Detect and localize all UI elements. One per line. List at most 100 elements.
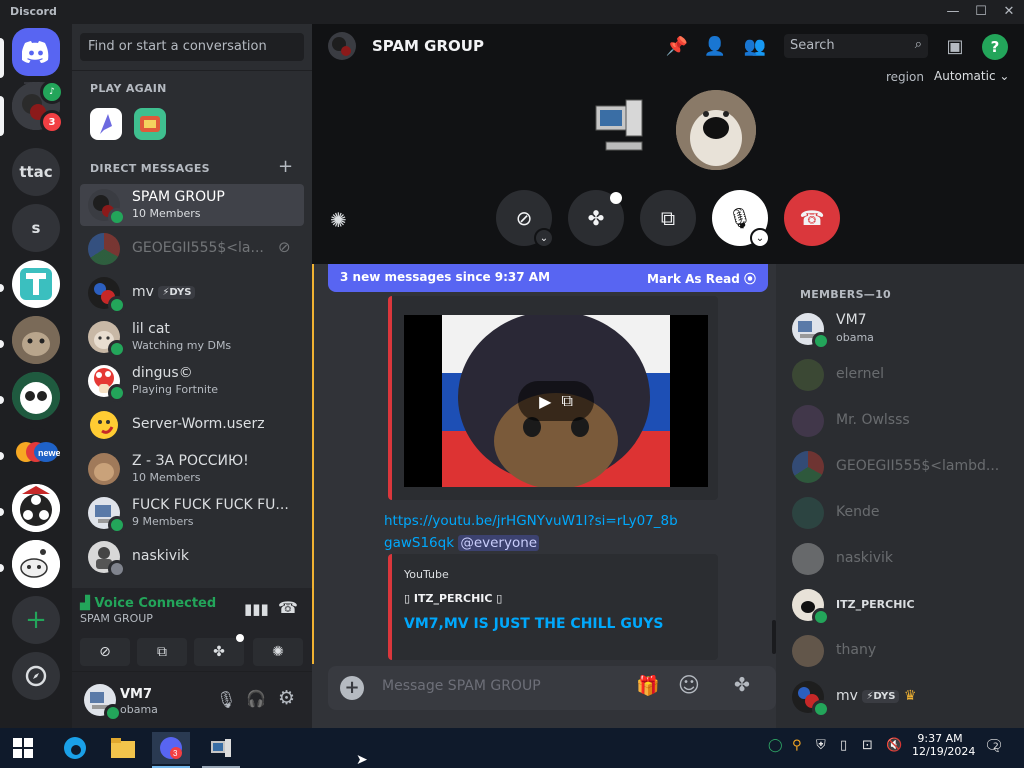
- tray-shield-icon[interactable]: ⛨: [816, 738, 826, 753]
- avatar: [88, 453, 120, 485]
- member-item[interactable]: elernel: [784, 354, 1016, 396]
- microphone-icon[interactable]: 🎙: [216, 690, 236, 709]
- dm-item-group-2[interactable]: FUCK FUCK FUCK FU... 9 Members: [80, 492, 304, 534]
- help-icon[interactable]: ?: [982, 34, 1008, 60]
- discord-home-icon[interactable]: [12, 28, 60, 76]
- game-icon-1[interactable]: [90, 108, 122, 140]
- tray-battery-icon[interactable]: ▯: [840, 738, 847, 753]
- avatar: [792, 635, 824, 667]
- member-item[interactable]: Kende: [784, 492, 1016, 534]
- create-dm-icon[interactable]: +: [278, 156, 293, 177]
- noise-suppression-icon[interactable]: ▮▮▮: [244, 600, 269, 618]
- pin-icon[interactable]: 📌: [664, 34, 690, 60]
- everyone-mention[interactable]: @everyone: [458, 535, 540, 551]
- member-item[interactable]: thany: [784, 630, 1016, 672]
- dm-item-z-group[interactable]: Z - ЗА РОССИЮ! 10 Members: [80, 448, 304, 490]
- explore-compass-icon[interactable]: [12, 652, 60, 700]
- dm-item-geoegii[interactable]: GEOEGII555$<la... ⊘: [80, 228, 304, 270]
- mute-button[interactable]: 🎙 ⌄: [712, 190, 770, 248]
- gift-icon[interactable]: 🎁: [636, 674, 660, 697]
- leave-call-button[interactable]: ☎: [784, 190, 840, 246]
- member-item[interactable]: mv ⚡DYS ♛: [784, 676, 1016, 718]
- member-item[interactable]: naskivik: [784, 538, 1016, 580]
- new-messages-bar[interactable]: 3 new messages since 9:37 AM Mark As Rea…: [328, 264, 768, 292]
- maximize-icon[interactable]: ☐: [968, 2, 994, 22]
- chevron-down-icon[interactable]: ⌄: [534, 228, 554, 248]
- spam-group-call-icon[interactable]: ♪ 3: [12, 80, 64, 134]
- upload-plus-icon[interactable]: +: [340, 676, 364, 700]
- server-panda-icon[interactable]: [12, 372, 60, 420]
- camera-off-icon[interactable]: ⊘: [80, 638, 130, 666]
- server-s[interactable]: s: [12, 204, 60, 252]
- soundboard-icon[interactable]: ✺: [330, 208, 347, 232]
- file-explorer-icon[interactable]: [104, 732, 142, 764]
- close-icon[interactable]: ✕: [996, 2, 1022, 22]
- screen-share-icon[interactable]: ⧉: [137, 638, 187, 666]
- member-item[interactable]: Mr. Owlsss: [784, 400, 1016, 442]
- signal-icon: ▟: [80, 596, 90, 611]
- dm-item-lil-cat[interactable]: lil cat Watching my DMs: [80, 316, 304, 358]
- activity-icon: ✤: [587, 206, 605, 230]
- headphones-icon[interactable]: 🎧: [246, 689, 266, 708]
- notification-icon[interactable]: 🗨 2: [984, 736, 1004, 755]
- server-rail: ♪ 3 ttac s newe +: [0, 24, 72, 728]
- server-newegg-icon[interactable]: newe: [12, 428, 60, 476]
- dm-item-mv[interactable]: mv ⚡DYS: [80, 272, 304, 314]
- computer-app-icon[interactable]: [202, 732, 240, 764]
- status-online: [108, 296, 126, 314]
- camera-toggle-button[interactable]: ⊘ ⌄: [496, 190, 554, 248]
- participant-computer-avatar[interactable]: [592, 96, 650, 162]
- member-item[interactable]: VM7 obama: [784, 308, 1016, 350]
- tray-network-icon[interactable]: ⊡: [862, 738, 873, 753]
- activity-button[interactable]: ✤: [568, 190, 624, 246]
- video-thumbnail[interactable]: ▶ ⧉: [404, 311, 708, 489]
- unread-pill: [0, 452, 4, 460]
- disconnect-icon[interactable]: ☎: [278, 598, 298, 617]
- discord-taskbar-icon[interactable]: 3: [152, 732, 190, 764]
- play-again-header: PLAY AGAIN: [90, 82, 167, 95]
- chevron-down-icon[interactable]: ⌄: [750, 228, 770, 248]
- dm-item-dingus[interactable]: dingus© Playing Fortnite: [80, 360, 304, 402]
- member-list-icon[interactable]: 👥: [742, 34, 768, 60]
- start-windows-icon[interactable]: [4, 732, 42, 764]
- tray-search-icon[interactable]: ⚲: [792, 738, 802, 753]
- avatar: [792, 451, 824, 483]
- embed-title-link[interactable]: VM7,MV IS JUST THE CHILL GUYS: [404, 616, 663, 632]
- minimize-icon[interactable]: —: [940, 2, 966, 22]
- tray-circle-icon[interactable]: ◯: [768, 738, 783, 753]
- message-input[interactable]: Message SPAM GROUP: [382, 678, 622, 694]
- add-server-icon[interactable]: +: [12, 596, 60, 644]
- apps-icon[interactable]: ✤: [734, 674, 750, 696]
- emoji-icon[interactable]: ☺: [678, 673, 700, 697]
- server-cat-icon[interactable]: [12, 316, 60, 364]
- soundboard-icon[interactable]: ✺: [253, 638, 303, 666]
- region-select[interactable]: Automatic ⌄: [934, 69, 1009, 83]
- unread-pill: [0, 564, 4, 572]
- member-item[interactable]: ITZ_PERCHIC: [784, 584, 1016, 626]
- dm-item-spam-group[interactable]: SPAM GROUP 10 Members: [80, 184, 304, 226]
- tray-volume-icon[interactable]: 🔇: [886, 738, 902, 753]
- inbox-icon[interactable]: ▣: [942, 34, 968, 60]
- dm-item-naskivik[interactable]: naskivik: [80, 536, 304, 578]
- activity-icon[interactable]: ✤: [194, 638, 244, 666]
- clock[interactable]: 9:37 AM 12/19/2024: [912, 732, 975, 758]
- search-input[interactable]: Search ⌕: [784, 34, 928, 58]
- add-friend-icon[interactable]: 👤: [702, 34, 728, 60]
- participant-dog-avatar[interactable]: [676, 90, 756, 170]
- screen-share-button[interactable]: ⧉: [640, 190, 696, 246]
- mark-as-read-button[interactable]: Mark As Read ⦿: [647, 270, 756, 287]
- server-ttac[interactable]: ttac: [12, 148, 60, 196]
- find-conversation-button[interactable]: Find or start a conversation: [80, 33, 304, 61]
- unread-pill: [0, 508, 4, 516]
- settings-gear-icon[interactable]: ⚙: [278, 687, 295, 709]
- play-button[interactable]: ▶ ⧉: [518, 381, 594, 421]
- server-t-icon[interactable]: [12, 260, 60, 308]
- dm-item-server-worm[interactable]: Server-Worm.userz: [80, 404, 304, 446]
- server-obs-icon[interactable]: [12, 484, 60, 532]
- members-header: MEMBERS—10: [800, 288, 892, 301]
- embed-author[interactable]: ▯ ITZ_PERCHIC ▯: [404, 592, 502, 605]
- game-icon-2[interactable]: [134, 108, 166, 140]
- server-reddit-icon[interactable]: [12, 540, 60, 588]
- edge-browser-icon[interactable]: [56, 732, 94, 764]
- member-item[interactable]: GEOEGII555$<lambd...: [784, 446, 1016, 488]
